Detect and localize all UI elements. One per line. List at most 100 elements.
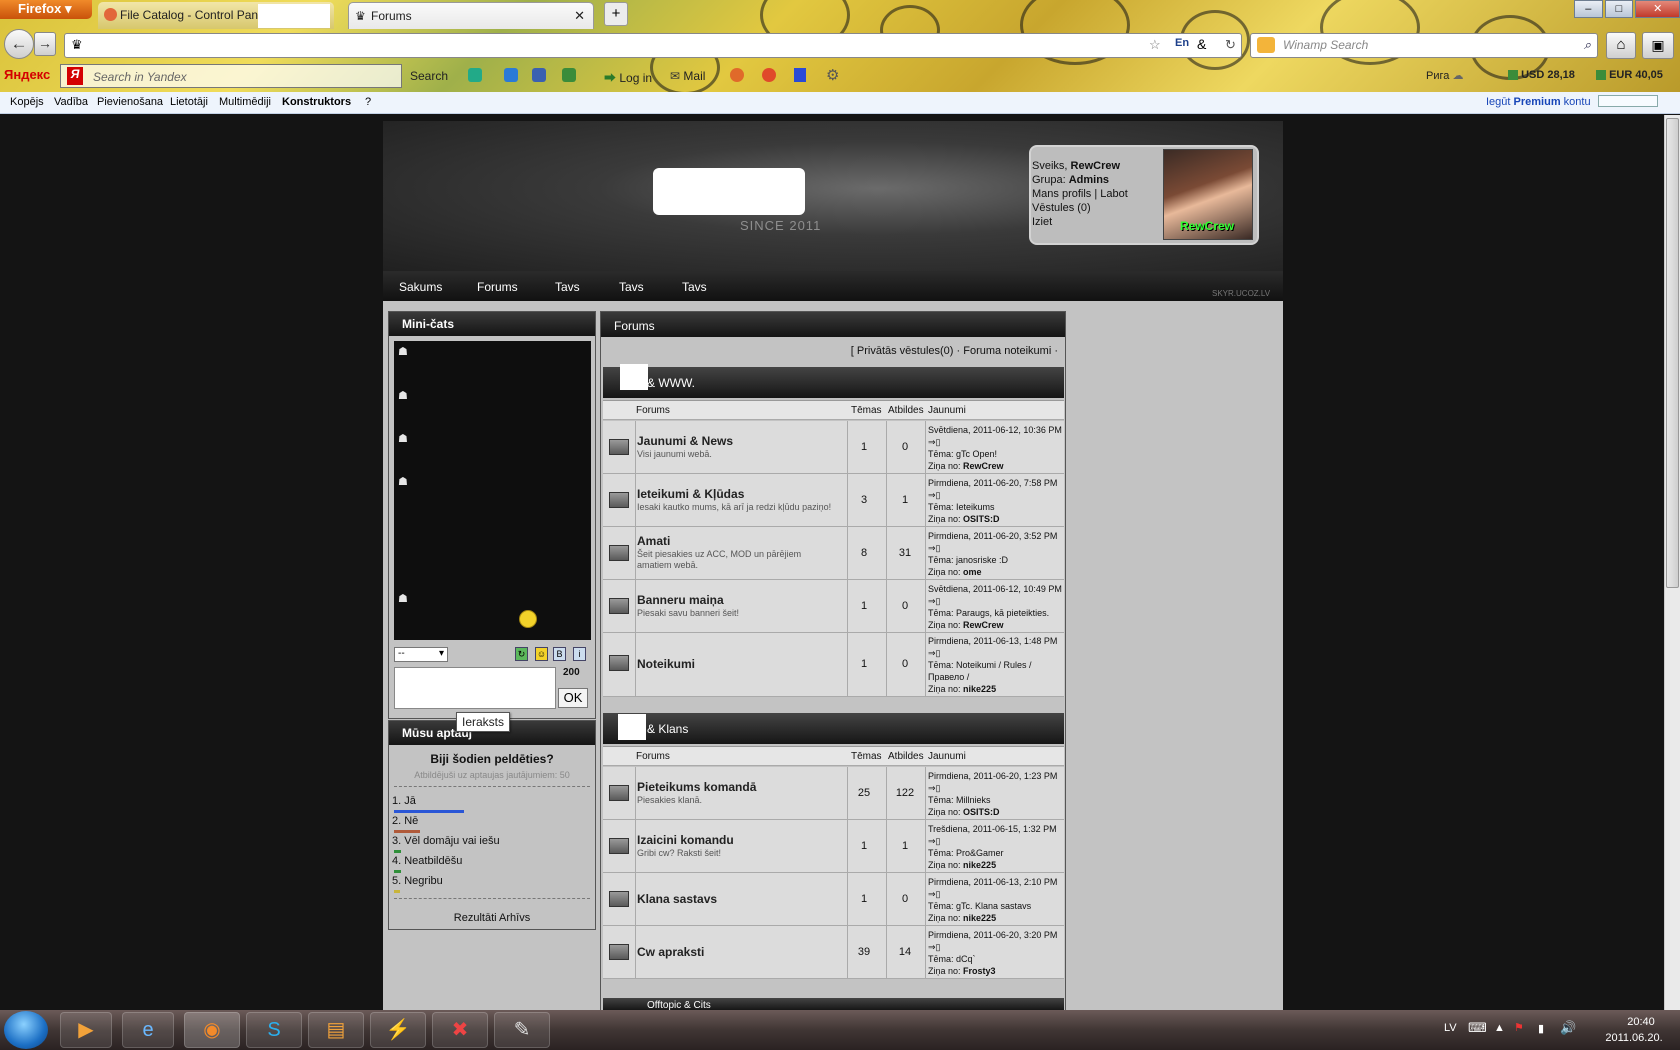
media-player-icon[interactable]: ▶ (60, 1012, 112, 1048)
close-window-button[interactable]: ✕ (1635, 0, 1680, 18)
last-post[interactable]: Pirmdiena, 2011-06-20, 3:20 PM ⇒▯ Tēma: d… (928, 929, 1066, 977)
forum-row[interactable]: Klana sastavs 1 0 Pirmdiena, 2011-06-13,… (603, 873, 1064, 926)
last-post[interactable]: Svētdiena, 2011-06-12, 10:49 PM ⇒▯ Tēma: … (928, 583, 1066, 631)
forum-title[interactable]: Amati (637, 534, 670, 548)
category-header[interactable]: & Klans (603, 713, 1064, 744)
last-topic[interactable]: Pro&Gamer (956, 848, 1004, 858)
internet-explorer-icon[interactable]: e (122, 1012, 174, 1048)
last-post[interactable]: Pirmdiena, 2011-06-20, 1:23 PM ⇒▯ Tēma: M… (928, 770, 1066, 818)
last-post[interactable]: Svētdiena, 2011-06-12, 10:36 PM ⇒▯ Tēma: … (928, 424, 1066, 472)
nav-forums[interactable]: Forums (477, 280, 518, 294)
ucoz-menu-multimediji[interactable]: Multimēdiji (219, 96, 271, 108)
firefox-menu-button[interactable]: Firefox ▾ (0, 0, 92, 19)
last-topic[interactable]: Paraugs, kā pieteikties. (956, 608, 1049, 618)
ucoz-menu-konstruktors[interactable]: Konstruktors (282, 96, 351, 108)
messages-link[interactable]: Vēstules (0) (1032, 202, 1091, 214)
skype-icon[interactable]: S (246, 1012, 302, 1048)
last-author[interactable]: RewCrew (963, 620, 1004, 630)
chat-select[interactable]: -- ▾ (394, 647, 448, 662)
language-indicator[interactable]: LV (1444, 1022, 1457, 1034)
last-topic[interactable]: gTc. Klana sastavs (956, 901, 1031, 911)
search-icon[interactable]: ⌕ (1584, 37, 1591, 53)
ucoz-menu-pievienosana[interactable]: Pievienošana (97, 96, 163, 108)
toolbar-app-icon[interactable] (468, 68, 482, 82)
last-topic[interactable]: dCq` (956, 954, 976, 964)
last-topic[interactable]: Ieteikums (956, 502, 995, 512)
last-post[interactable]: Trešdiena, 2011-06-15, 1:32 PM ⇒▯ Tēma: P… (928, 823, 1066, 871)
ampersand-icon[interactable]: & (1197, 36, 1206, 52)
yandex-search-button[interactable]: Search (410, 69, 448, 83)
last-post[interactable]: Pirmdiena, 2011-06-13, 1:48 PM ⇒▯ Tēma: N… (928, 635, 1066, 695)
forum-title[interactable]: Banneru maiņa (637, 593, 724, 607)
forum-row[interactable]: Izaicini komandu Gribi cw? Raksti šeit! … (603, 820, 1064, 873)
login-button[interactable]: ⮕ Log in (604, 69, 652, 86)
last-author[interactable]: RewCrew (963, 461, 1004, 471)
back-button[interactable]: ← (4, 29, 34, 59)
contacts-icon[interactable] (562, 68, 576, 82)
last-post[interactable]: Pirmdiena, 2011-06-20, 7:58 PM ⇒▯ Tēma: I… (928, 477, 1066, 525)
last-post[interactable]: Pirmdiena, 2011-06-20, 3:52 PM ⇒▯ Tēma: j… (928, 530, 1066, 578)
forum-title[interactable]: Pieteikums komandā (637, 780, 756, 794)
archive-icon[interactable]: ▤ (308, 1012, 364, 1048)
settings-gear-icon[interactable]: ⚙ (826, 66, 839, 84)
usd-rate[interactable]: USD 28,18 (1508, 69, 1575, 81)
scrollbar-thumb[interactable] (1666, 118, 1679, 588)
tab-forums[interactable]: ♛ Forums ✕ (348, 2, 594, 29)
maximize-button[interactable]: □ (1604, 0, 1634, 18)
last-author[interactable]: Frosty3 (963, 966, 996, 976)
forum-top-links[interactable]: [ Privātās vēstules(0) · Foruma noteikum… (600, 345, 1058, 357)
mail-button[interactable]: ✉ Mail (670, 69, 705, 83)
ucoz-menu-vadiba[interactable]: Vadība (54, 96, 88, 108)
poll-links[interactable]: Rezultāti Arhīvs (388, 912, 596, 924)
eur-rate[interactable]: EUR 40,05 (1596, 69, 1663, 81)
yandex-logo[interactable]: Яндекс (4, 67, 50, 82)
tray-arrow-icon[interactable]: ▲ (1494, 1022, 1505, 1034)
forum-row[interactable]: Amati Šeit piesakies uz ACC, MOD un pārē… (603, 527, 1064, 580)
last-author[interactable]: nike225 (963, 860, 996, 870)
notification-icon[interactable] (730, 68, 744, 82)
last-author[interactable]: OSITS:D (963, 807, 1000, 817)
vk-icon[interactable] (532, 68, 546, 82)
winamp-taskbar-icon[interactable]: ⚡ (370, 1012, 426, 1048)
forum-title[interactable]: Jaunumi & News (637, 434, 733, 448)
forum-title[interactable]: Ieteikumi & Kļūdas (637, 487, 744, 501)
nav-sakums[interactable]: Sakums (399, 280, 442, 294)
yandex-search-input[interactable]: Я Search in Yandex (60, 64, 402, 88)
search-box[interactable]: Winamp Search ⌕ (1250, 33, 1598, 58)
category-header[interactable]: Offtopic & Cits (603, 998, 1064, 1011)
forum-row[interactable]: Cw apraksti 39 14 Pirmdiena, 2011-06-20,… (603, 926, 1064, 979)
bold-icon[interactable]: B (553, 647, 566, 661)
smileys-icon[interactable]: ☺ (535, 647, 548, 661)
last-author[interactable]: nike225 (963, 684, 996, 694)
address-bar[interactable]: ♛ ☆ En & ↻ (64, 33, 1242, 58)
bookmark-icon[interactable] (794, 68, 806, 82)
nav-tavs-3[interactable]: Tavs (682, 280, 707, 294)
clock-time[interactable]: 20:40 (1608, 1016, 1674, 1028)
refresh-icon[interactable]: ↻ (515, 647, 528, 661)
favorites-icon[interactable] (762, 68, 776, 82)
minichat-messages[interactable] (394, 341, 591, 640)
close-tab-icon[interactable]: ✕ (574, 8, 585, 24)
category-header[interactable]: & WWW. (603, 367, 1064, 398)
keyboard-icon[interactable]: ⌨ (1468, 1020, 1487, 1036)
ucoz-menu-lietotaji[interactable]: Lietotāji (170, 96, 208, 108)
new-tab-button[interactable]: + (604, 2, 628, 26)
weather-widget[interactable]: Рига ☁ (1426, 69, 1463, 82)
chat-send-button[interactable]: OK (558, 688, 588, 708)
home-button[interactable]: ⌂ (1606, 32, 1636, 59)
clock-date[interactable]: 2011.06.20. (1594, 1032, 1674, 1044)
language-icon[interactable]: En (1175, 37, 1189, 49)
minimize-button[interactable]: – (1574, 0, 1603, 18)
forum-row[interactable]: Jaunumi & News Visi jaunumi webā. 1 0 Sv… (603, 421, 1064, 474)
forward-button[interactable]: → (34, 32, 56, 56)
bookmark-star-icon[interactable]: ☆ (1149, 37, 1161, 53)
last-author[interactable]: OSITS:D (963, 514, 1000, 524)
last-topic[interactable]: janosriske :D (956, 555, 1008, 565)
bookmarks-button[interactable]: ▣ (1642, 32, 1674, 59)
last-author[interactable]: nike225 (963, 913, 996, 923)
volume-icon[interactable]: 🔊 (1560, 1020, 1576, 1036)
nav-tavs-1[interactable]: Tavs (555, 280, 580, 294)
logout-link[interactable]: Iziet (1032, 216, 1052, 228)
nav-tavs-2[interactable]: Tavs (619, 280, 644, 294)
graphics-app-icon[interactable]: ✖ (432, 1012, 488, 1048)
